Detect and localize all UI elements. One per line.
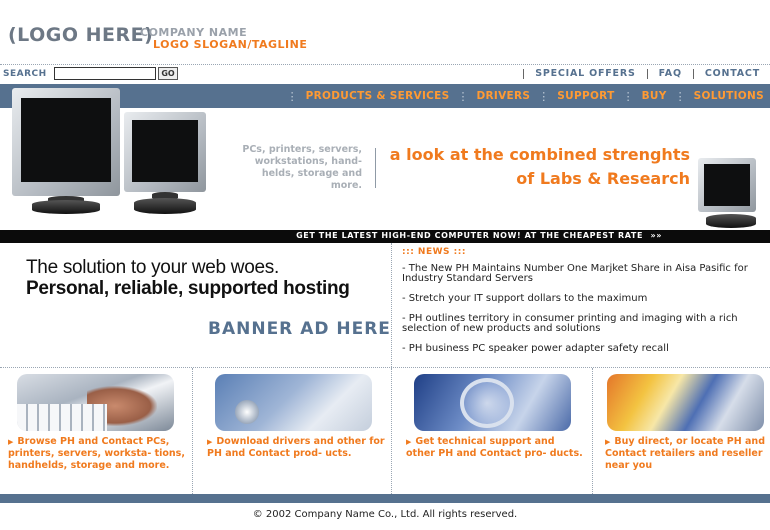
feature-buy: ▶ Buy direct, or locate PH and Contact re… <box>593 368 770 494</box>
nav-item-products-services[interactable]: PRODUCTS & SERVICES <box>306 90 450 102</box>
header: (LOGO HERE) COMPANY NAME LOGO SLOGAN/TAG… <box>0 0 770 66</box>
monitor-image-medium <box>124 112 208 222</box>
arrow-bullet-icon: ▶ <box>406 438 412 446</box>
feature-support-text[interactable]: ▶ Get technical support and other PH and … <box>406 436 586 460</box>
news-item[interactable]: - The New PH Maintains Number One Marjke… <box>402 264 762 284</box>
top-links: SPECIAL OFFERS FAQ CONTACT <box>512 68 760 79</box>
feature-buy-text[interactable]: ▶ Buy direct, or locate PH and Contact re… <box>605 436 767 472</box>
promo-strip[interactable]: GET THE LATEST HIGH-END COMPUTER NOW! AT… <box>0 230 770 243</box>
nav-separator: ⋮ <box>286 89 298 103</box>
nav-item-solutions[interactable]: SOLUTIONS <box>694 90 764 102</box>
drive-photo-icon[interactable] <box>215 374 372 431</box>
hero-product-list: PCs, printers, servers, workstations, ha… <box>210 144 362 192</box>
hero-headline-line2: of Labs & Research <box>516 169 690 188</box>
promo-strip-text: GET THE LATEST HIGH-END COMPUTER NOW! AT… <box>296 231 662 240</box>
feature-browse-label: Browse PH and Contact PCs, printers, ser… <box>8 436 185 471</box>
link-separator <box>646 68 648 79</box>
nav-item-buy[interactable]: BUY <box>642 90 667 102</box>
nav-item-support[interactable]: SUPPORT <box>557 90 614 102</box>
monitor-image-small <box>698 158 760 234</box>
contact-link[interactable]: CONTACT <box>705 68 760 79</box>
feature-download-text[interactable]: ▶ Download drivers and other for PH and C… <box>207 436 385 460</box>
promo-strip-label: GET THE LATEST HIGH-END COMPUTER NOW! AT… <box>296 231 644 240</box>
arrow-bullet-icon: ▶ <box>605 438 611 446</box>
link-separator <box>692 68 694 79</box>
promo-line-2: Personal, reliable, supported hosting <box>26 278 350 299</box>
feature-browse: ▶ Browse PH and Contact PCs, printers, se… <box>0 368 192 494</box>
special-offers-link[interactable]: SPECIAL OFFERS <box>535 68 635 79</box>
feature-download: ▶ Download drivers and other for PH and C… <box>193 368 391 494</box>
faq-link[interactable]: FAQ <box>659 68 682 79</box>
features-row: ▶ Browse PH and Contact PCs, printers, se… <box>0 368 770 494</box>
nav-separator: ⋮ <box>622 89 634 103</box>
double-arrow-icon: »» <box>650 231 662 240</box>
arrow-bullet-icon: ▶ <box>8 438 14 446</box>
hero-divider <box>375 148 376 188</box>
logo[interactable]: (LOGO HERE) <box>8 24 153 46</box>
keyboard-photo-icon[interactable] <box>17 374 174 431</box>
header-divider <box>0 64 770 65</box>
hero-product-line: more. <box>330 180 362 191</box>
link-separator <box>523 68 525 79</box>
hero-headline: a look at the combined strenghts of Labs… <box>385 143 690 191</box>
feature-browse-text[interactable]: ▶ Browse PH and Contact PCs, printers, se… <box>8 436 186 472</box>
hero-headline-line1: a look at the combined strenghts <box>389 145 690 164</box>
feature-download-label: Download drivers and other for PH and Co… <box>207 436 385 459</box>
footer-copyright: © 2002 Company Name Co., Ltd. All rights… <box>252 509 518 520</box>
banner-ad[interactable]: BANNER AD HERE <box>208 319 391 339</box>
middle-section: The solution to your web woes. Personal,… <box>0 243 770 367</box>
feature-support: ▶ Get technical support and other PH and … <box>392 368 592 494</box>
search-input[interactable] <box>54 67 156 80</box>
hero-product-line: helds, storage and <box>261 168 362 179</box>
news-item[interactable]: - PH outlines territory in consumer prin… <box>402 314 762 334</box>
search-bar: SEARCH GO SPECIAL OFFERS FAQ CONTACT <box>0 66 770 84</box>
news-title: ::: NEWS ::: <box>402 247 466 257</box>
search-label: SEARCH <box>3 69 47 79</box>
nav-item-drivers[interactable]: DRIVERS <box>477 90 531 102</box>
vertical-divider <box>391 243 392 367</box>
news-panel: ::: NEWS ::: - The New PH Maintains Numb… <box>402 247 762 364</box>
hero: PCs, printers, servers, workstations, ha… <box>0 88 770 230</box>
logo-slogan: LOGO SLOGAN/TAGLINE <box>153 38 308 51</box>
magnifier-photo-icon[interactable] <box>414 374 571 431</box>
hero-product-line: workstations, hand- <box>254 156 362 167</box>
nav-separator: ⋮ <box>674 89 686 103</box>
go-button[interactable]: GO <box>158 67 178 80</box>
hero-product-line: PCs, printers, servers, <box>242 144 362 155</box>
feature-support-label: Get technical support and other PH and C… <box>406 436 583 459</box>
arrow-bullet-icon: ▶ <box>207 438 213 446</box>
footer-bar <box>0 494 770 503</box>
nav-separator: ⋮ <box>538 89 550 103</box>
feature-buy-label: Buy direct, or locate PH and Contact ret… <box>605 436 765 471</box>
promo-line-1: The solution to your web woes. <box>26 257 279 278</box>
news-item[interactable]: - PH business PC speaker power adapter s… <box>402 344 762 354</box>
color-stripes-photo-icon[interactable] <box>607 374 764 431</box>
monitor-image-large <box>12 88 120 228</box>
news-item[interactable]: - Stretch your IT support dollars to the… <box>402 294 762 304</box>
nav-separator: ⋮ <box>457 89 469 103</box>
